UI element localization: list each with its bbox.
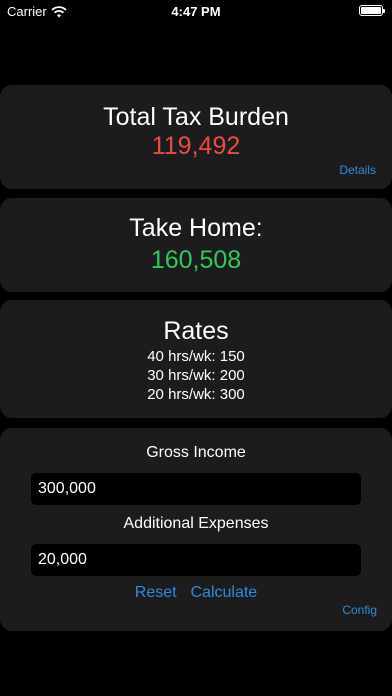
rate-line-20: 20 hrs/wk: 300 (147, 386, 245, 403)
rate-line-40: 40 hrs/wk: 150 (147, 348, 245, 365)
rates-card: Rates 40 hrs/wk: 150 30 hrs/wk: 200 20 h… (0, 300, 392, 418)
battery-fill (361, 7, 381, 14)
status-time: 4:47 PM (171, 4, 221, 19)
income-input-card: Gross Income 300,000 Additional Expenses… (0, 428, 392, 631)
take-home-card: Take Home: 160,508 (0, 198, 392, 292)
status-bar: Carrier 4:47 PM (0, 0, 392, 22)
battery-icon (359, 5, 385, 16)
tax-burden-value: 119,492 (151, 132, 241, 160)
reset-button[interactable]: Reset (135, 584, 177, 601)
config-button[interactable]: Config (342, 603, 377, 617)
gross-income-field[interactable]: 300,000 (31, 473, 361, 505)
tax-burden-title: Total Tax Burden (103, 103, 289, 131)
calculate-button[interactable]: Calculate (191, 584, 258, 601)
tax-burden-card: Total Tax Burden 119,492 Details (0, 85, 392, 189)
additional-expenses-label: Additional Expenses (123, 515, 269, 532)
action-row: Reset Calculate (0, 584, 392, 602)
rates-title: Rates (163, 317, 229, 345)
rate-line-30: 30 hrs/wk: 200 (147, 367, 245, 384)
take-home-value: 160,508 (150, 246, 242, 274)
gross-income-label: Gross Income (146, 444, 246, 461)
additional-expenses-field[interactable]: 20,000 (31, 544, 361, 576)
details-button[interactable]: Details (339, 163, 376, 177)
take-home-title: Take Home: (129, 214, 263, 242)
